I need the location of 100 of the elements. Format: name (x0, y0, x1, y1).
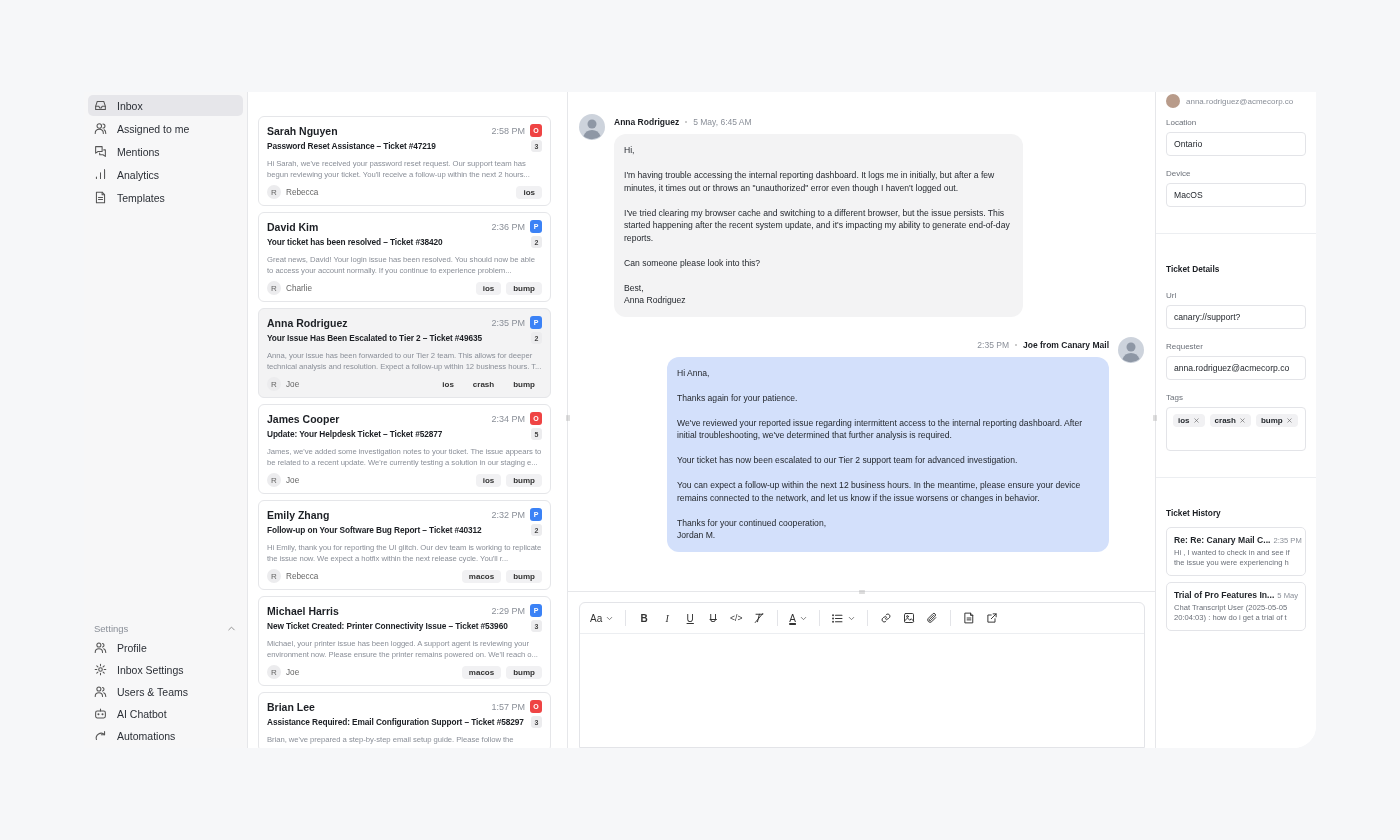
message-paragraph: I've tried clearing my browser cache and switching to a different browser, but the issue persists. This started happening after the recent system update, and it's impacting my ability to generate end-of-day reports. (624, 206, 1011, 244)
ticket-subject: Follow-up on Your Software Bug Report – Ticket #40312 (267, 525, 482, 535)
underline-button[interactable]: U (681, 608, 700, 628)
users-icon (94, 641, 107, 654)
tag: ios (475, 473, 502, 487)
tag: macos (461, 665, 502, 679)
ticket-card[interactable] (258, 116, 551, 206)
field-label: Location (1166, 118, 1198, 127)
message-time: 2:35 PM (977, 339, 1009, 350)
code-button[interactable]: </> (727, 608, 746, 628)
history-title: Re: Re: Canary Mail C... (1174, 535, 1271, 545)
nav-item[interactable]: Inbox (88, 95, 243, 116)
assignee-name: Joe (286, 667, 300, 677)
tag: ios (516, 185, 542, 199)
section-title: Ticket Details (1166, 264, 1221, 274)
tag: ios (475, 281, 502, 295)
sender-name: Sarah Nguyen (267, 124, 338, 137)
assignee-avatar: R (267, 665, 281, 679)
ticket-card[interactable] (258, 212, 551, 302)
nav-item[interactable]: Profile (88, 637, 243, 658)
nav-item[interactable]: Automations (88, 725, 243, 746)
tag: macos (461, 569, 502, 583)
tag: ios (1173, 414, 1205, 427)
tag: bump (506, 281, 542, 295)
sender-name: Michael Harris (267, 604, 339, 617)
input-field[interactable]: canary://support? (1166, 305, 1306, 329)
message-editor[interactable]: Aa B I U U </> A (579, 602, 1145, 748)
refresh-icon (94, 729, 107, 742)
nav-item[interactable]: Templates (88, 187, 243, 208)
sender-name: David Kim (267, 220, 319, 233)
italic-button[interactable]: I (658, 608, 677, 628)
assignee-name: Joe (286, 379, 300, 389)
user-icon (94, 122, 107, 135)
message-paragraph: Your ticket has now been escalated to our Tier 2 support team for advanced investigation. (677, 454, 1019, 467)
author-name: Joe from Canary Mail (1023, 339, 1109, 350)
section-title: Ticket History (1166, 508, 1222, 518)
ticket-subject: Password Reset Assistance – Ticket #47219 (267, 141, 436, 151)
ticket-time: 2:36 PM (491, 221, 525, 232)
contact-email: anna.rodriguez@acmecorp.co (1186, 96, 1294, 106)
tag: crash (465, 377, 502, 391)
field-label: Device (1166, 169, 1192, 178)
sender-name: Brian Lee (267, 700, 315, 713)
nav-item[interactable]: Analytics (88, 164, 243, 185)
resize-handle-icon[interactable] (1151, 414, 1159, 422)
ticket-subject: Update: Your Helpdesk Ticket – Ticket #52877 (267, 429, 443, 439)
font-size-button[interactable]: Aa (588, 608, 617, 628)
sender-name: James Cooper (267, 412, 340, 425)
nav-item[interactable]: Mentions (88, 141, 243, 162)
input-field[interactable]: MacOS (1166, 183, 1306, 207)
nav-item[interactable]: Users & Teams (88, 681, 243, 702)
avatar (1118, 336, 1144, 363)
nav-item[interactable]: AI Chatbot (88, 703, 243, 724)
avatar (579, 114, 605, 140)
assignee-avatar: R (267, 377, 281, 391)
ticket-time: 2:29 PM (491, 605, 525, 616)
nav-item[interactable]: Inbox Settings (88, 659, 243, 680)
ticket-card[interactable] (258, 308, 551, 398)
image-icon (902, 612, 915, 624)
message-paragraph: Can someone please look into this? (624, 256, 762, 269)
sender-name: Anna Rodriguez (267, 316, 348, 329)
message-paragraph: Hi, (624, 144, 636, 157)
message-time: 5 May, 6:45 AM (693, 117, 752, 127)
ticket-card[interactable] (258, 596, 551, 686)
users-icon (94, 685, 107, 698)
avatar (1166, 94, 1180, 108)
bold-button[interactable]: B (635, 608, 654, 628)
assignee-avatar: R (267, 473, 281, 487)
list-icon (830, 611, 844, 625)
ticket-time: 1:57 PM (491, 701, 525, 712)
ticket-subject: Your Issue Has Been Escalated to Tier 2 – Ticket #49635 (267, 333, 482, 343)
assignee-name: Rebecca (286, 187, 319, 197)
tag: bump (506, 569, 542, 583)
chat-icon (94, 145, 107, 158)
message-paragraph: Thanks again for your patience. (677, 391, 799, 404)
ticket-time: 2:58 PM (491, 125, 525, 136)
document-icon (94, 191, 107, 204)
robot-icon (94, 707, 107, 720)
input-field[interactable]: anna.rodriguez@acmecorp.co (1166, 356, 1306, 380)
message-paragraph: Hi Anna, (677, 366, 711, 379)
ticket-subject: Your ticket has been resolved – Ticket #38420 (267, 237, 443, 247)
ticket-time: 2:32 PM (491, 509, 525, 520)
field-label: Url (1166, 291, 1178, 300)
nav-item[interactable]: Assigned to me (88, 118, 243, 139)
resize-handle-icon[interactable] (564, 414, 572, 422)
text-color-button[interactable]: A (787, 608, 810, 628)
gear-icon (94, 663, 107, 676)
ticket-card[interactable] (258, 404, 551, 494)
assignee-avatar: R (267, 281, 281, 295)
assignee-name: Rebecca (286, 571, 319, 581)
inbox-icon (94, 99, 107, 112)
assignee-avatar: R (267, 185, 281, 199)
tag: ios (435, 377, 461, 391)
strikethrough-button[interactable]: U (704, 608, 723, 628)
resize-handle-icon[interactable] (857, 588, 866, 596)
assignee-name: Charlie (286, 283, 312, 293)
ticket-card[interactable] (258, 500, 551, 590)
paperclip-icon (925, 612, 938, 624)
input-field[interactable]: Ontario (1166, 132, 1306, 156)
author-name: Anna Rodriguez (614, 117, 680, 127)
message-paragraph: Thanks for your continued cooperation, Jordan M. (677, 516, 828, 542)
